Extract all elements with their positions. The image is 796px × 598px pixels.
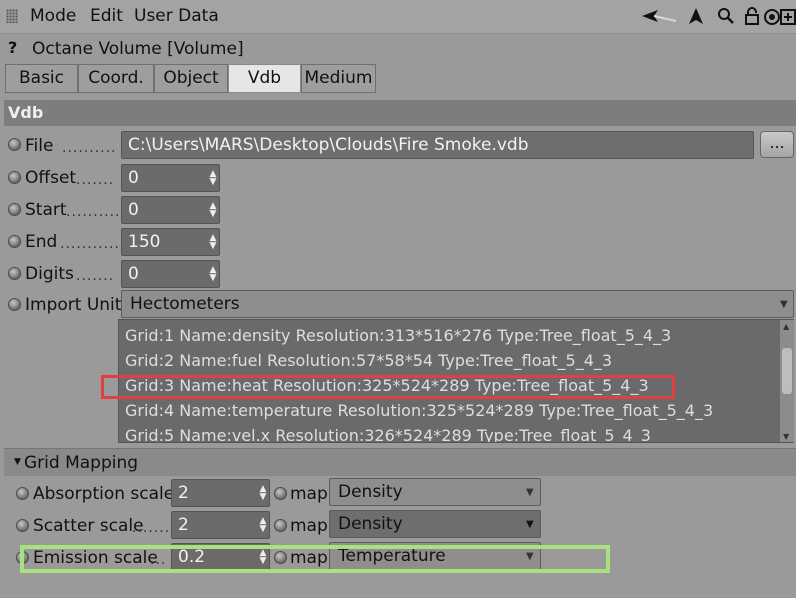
search-icon[interactable] <box>716 5 736 27</box>
scatter-map-radio[interactable] <box>274 519 287 532</box>
absorption-scale-input[interactable]: 2 <box>171 479 270 507</box>
import-unit-animate-radio[interactable] <box>8 298 21 311</box>
help-icon[interactable]: ? <box>8 38 17 57</box>
scatter-animate-radio[interactable] <box>16 519 29 532</box>
absorption-spinner-icon[interactable]: ▲ ▼ <box>258 485 268 502</box>
absorption-map-label: map <box>290 484 328 504</box>
end-label: End <box>25 232 58 252</box>
file-animate-radio[interactable] <box>8 138 21 151</box>
end-input[interactable]: 150 <box>121 228 220 256</box>
scatter-scale-input[interactable]: 2 <box>171 511 270 539</box>
start-spinner-icon[interactable]: ▲ ▼ <box>208 202 218 219</box>
scatter-spinner-icon[interactable]: ▲ ▼ <box>258 517 268 534</box>
offset-animate-radio[interactable] <box>8 171 21 184</box>
import-unit-dropdown[interactable]: Hectometers <box>121 290 794 318</box>
highlight-green-box <box>20 545 610 573</box>
scatter-map-chevron-down-icon[interactable]: ▼ <box>526 519 534 530</box>
scatter-label: Scatter scale <box>33 516 144 536</box>
tab-object[interactable]: Object <box>154 64 228 93</box>
digits-animate-radio[interactable] <box>8 267 21 280</box>
tab-vdb[interactable]: Vdb <box>228 64 301 93</box>
tab-basic[interactable]: Basic <box>5 64 78 93</box>
add-window-icon[interactable] <box>778 5 796 27</box>
offset-label: Offset <box>25 168 77 188</box>
scroll-up-icon[interactable]: ▲ <box>783 322 789 331</box>
end-dots: ............ <box>60 236 126 252</box>
end-animate-radio[interactable] <box>8 235 21 248</box>
digits-spinner-icon[interactable]: ▲ ▼ <box>208 266 218 283</box>
browse-button[interactable]: ... <box>760 131 794 158</box>
absorption-label: Absorption scale <box>33 484 175 504</box>
scroll-down-icon[interactable]: ▼ <box>783 432 789 441</box>
start-input[interactable]: 0 <box>121 196 220 224</box>
menu-user-data[interactable]: User Data <box>134 6 219 26</box>
grid-list-scroll-thumb[interactable] <box>782 348 792 394</box>
start-dots: .......... <box>66 204 121 220</box>
digits-input[interactable]: 0 <box>121 260 220 288</box>
scatter-map-dropdown[interactable]: Density <box>329 510 541 538</box>
object-title: Octane Volume [Volume] <box>32 39 244 59</box>
offset-dots: ....... <box>76 172 115 188</box>
file-label: File <box>25 136 54 156</box>
back-arrow-icon[interactable] <box>640 5 678 27</box>
digits-dots: ....... <box>76 268 115 284</box>
tab-coord[interactable]: Coord. <box>78 64 154 93</box>
start-animate-radio[interactable] <box>8 203 21 216</box>
absorption-animate-radio[interactable] <box>16 487 29 500</box>
grid-list-item[interactable]: Grid:2 Name:fuel Resolution:57*58*54 Typ… <box>125 351 612 370</box>
start-label: Start <box>25 200 67 220</box>
scatter-map-label: map <box>290 516 328 536</box>
section-header-vdb: Vdb <box>4 100 796 126</box>
absorption-map-radio[interactable] <box>274 487 287 500</box>
file-dots: .......... <box>62 140 117 156</box>
import-unit-label: Import Unit <box>25 295 122 315</box>
grid-list-item[interactable]: Grid:1 Name:density Resolution:313*516*2… <box>125 326 671 345</box>
menu-edit[interactable]: Edit <box>90 6 123 26</box>
highlight-red-box <box>101 375 675 399</box>
cursor-icon[interactable] <box>686 5 706 27</box>
menu-mode[interactable]: Mode <box>30 6 76 26</box>
tab-medium[interactable]: Medium <box>301 64 376 93</box>
file-path-field[interactable]: C:\Users\MARS\Desktop\Clouds\Fire Smoke.… <box>121 131 754 159</box>
grip-icon[interactable] <box>6 9 18 23</box>
offset-spinner-icon[interactable]: ▲ ▼ <box>208 170 218 187</box>
offset-input[interactable]: 0 <box>121 164 220 192</box>
digits-label: Digits <box>25 264 74 284</box>
import-unit-chevron-down-icon[interactable]: ▼ <box>780 299 788 310</box>
grid-mapping-title[interactable]: Grid Mapping <box>24 453 138 473</box>
absorption-map-dropdown[interactable]: Density <box>329 478 541 506</box>
grid-list-item[interactable]: Grid:5 Name:vel.x Resolution:326*524*289… <box>125 426 651 442</box>
absorption-map-chevron-down-icon[interactable]: ▼ <box>526 487 534 498</box>
lock-icon[interactable] <box>742 5 762 27</box>
scatter-dots: ....... <box>132 520 171 536</box>
collapse-triangle-icon[interactable]: ▼ <box>14 457 21 467</box>
grid-list-item[interactable]: Grid:4 Name:temperature Resolution:325*5… <box>125 401 713 420</box>
end-spinner-icon[interactable]: ▲ ▼ <box>208 234 218 251</box>
